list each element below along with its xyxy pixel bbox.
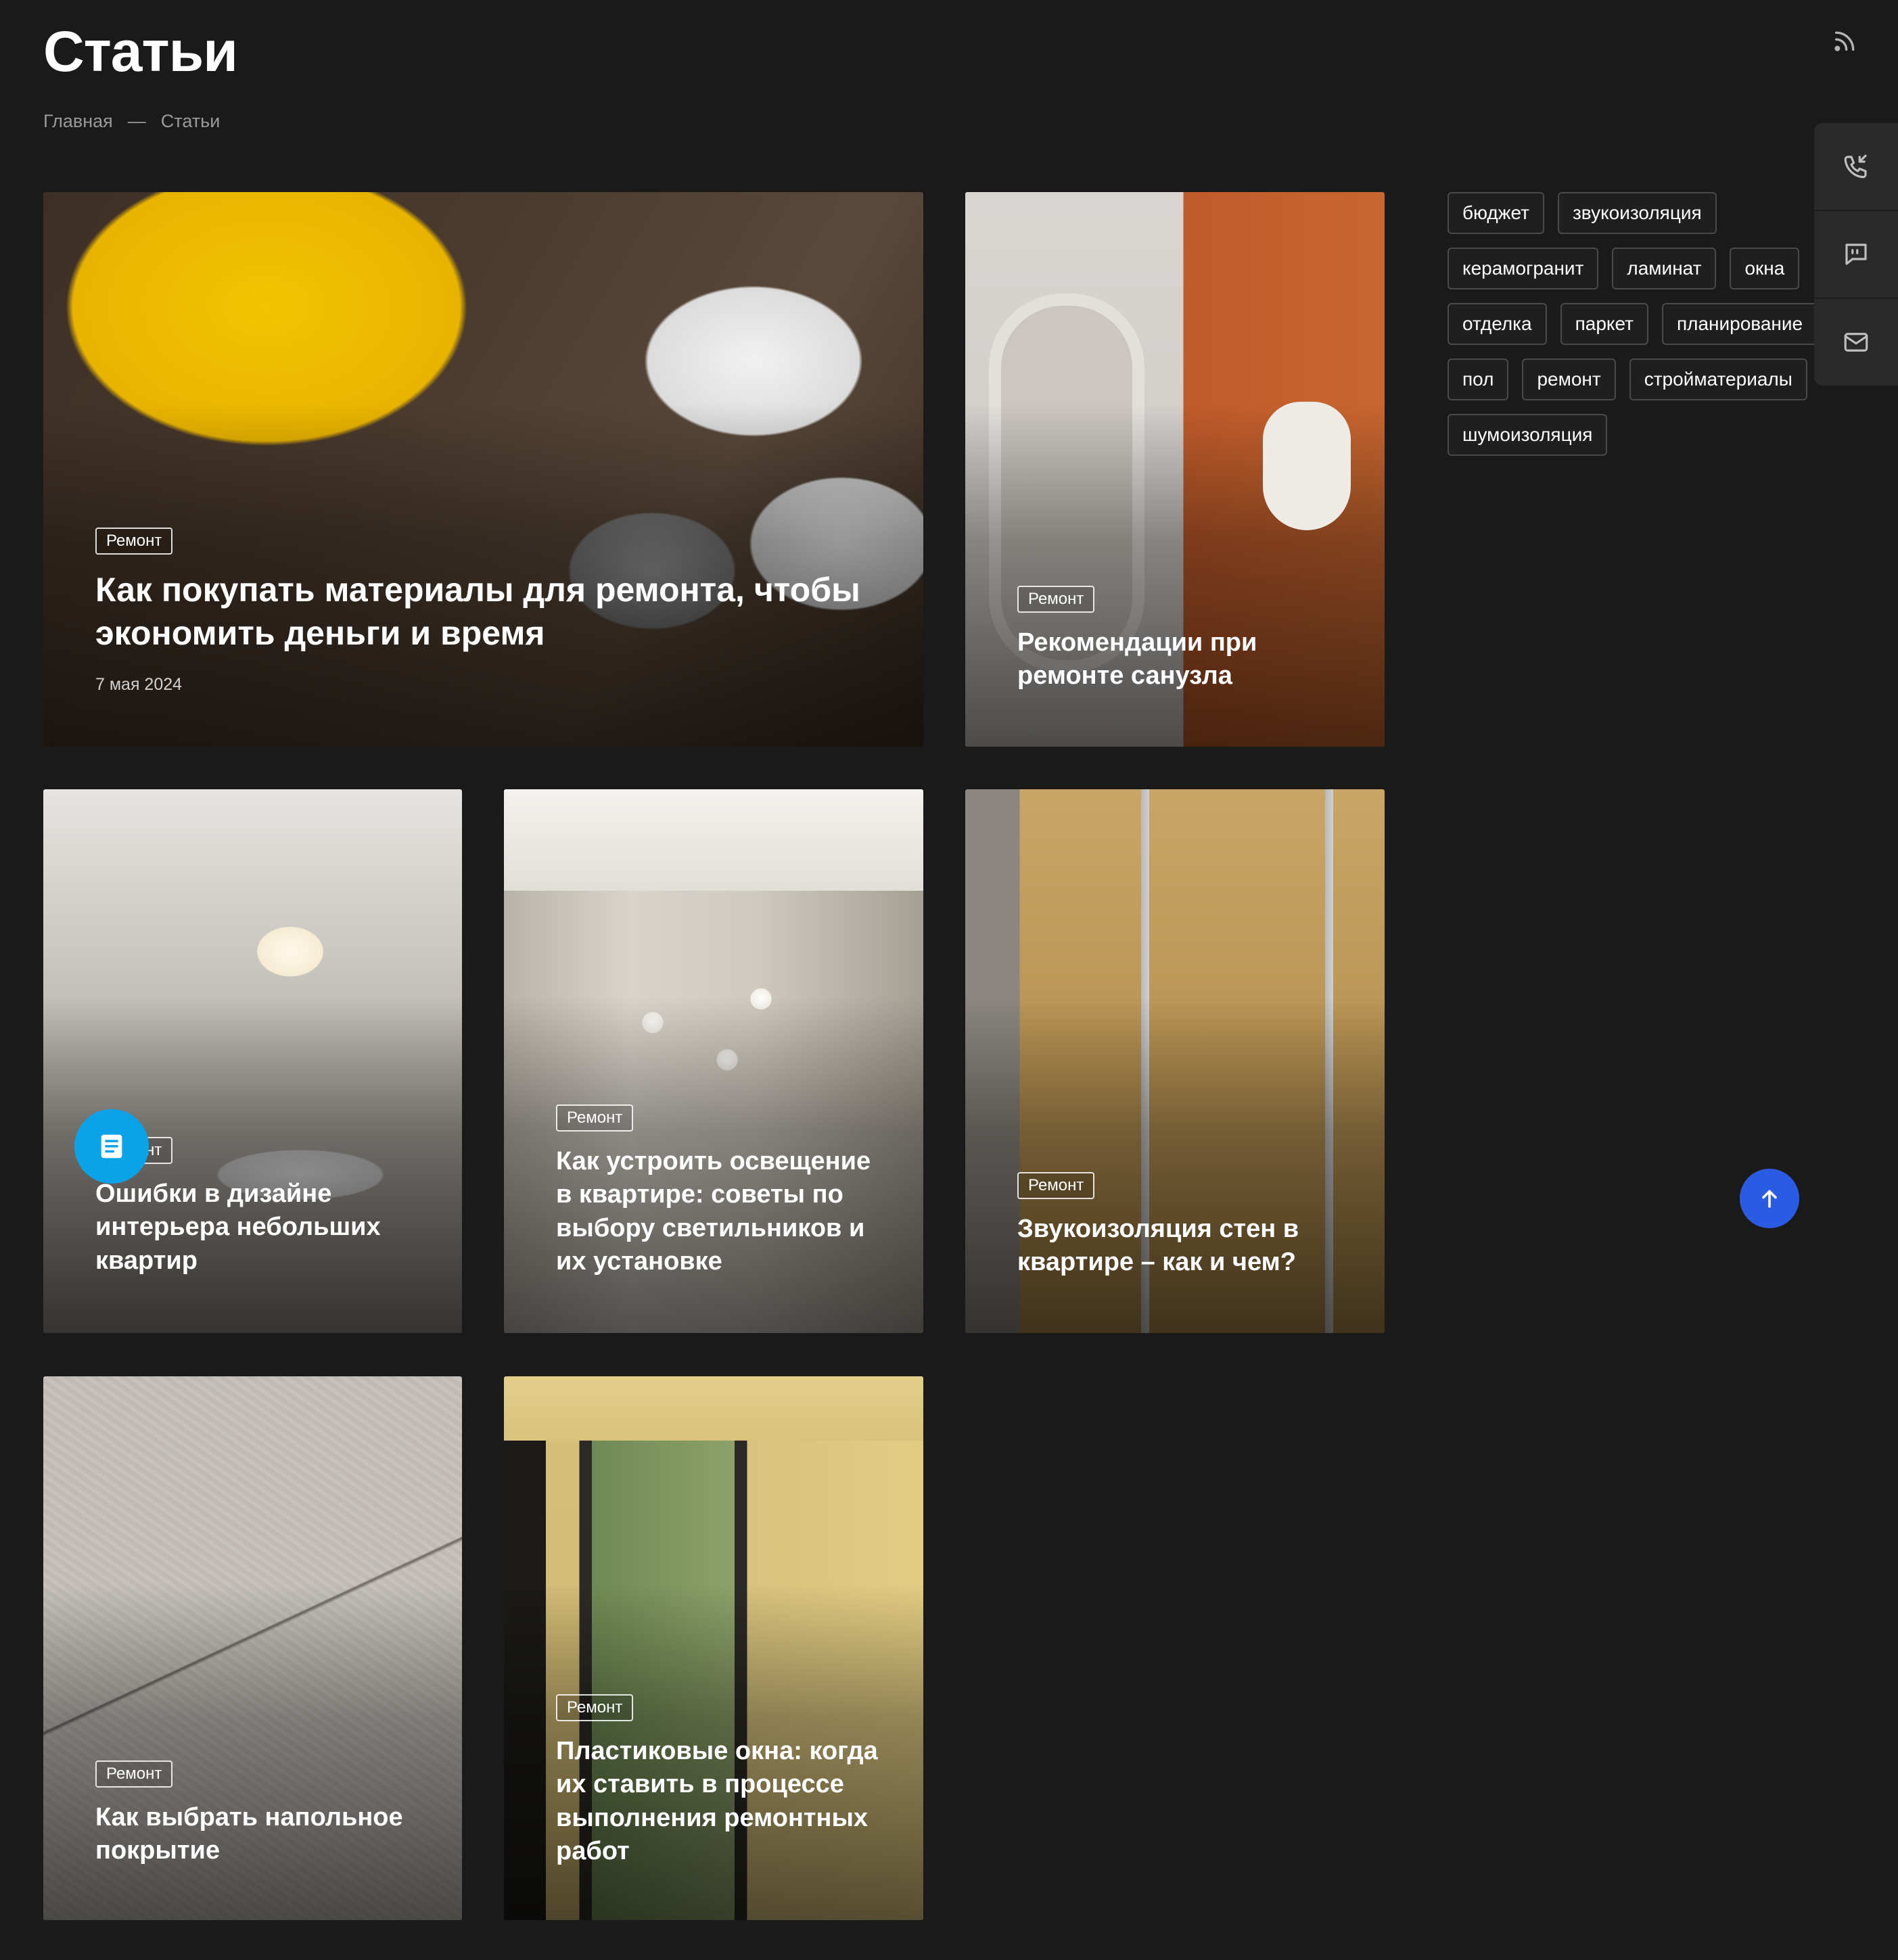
article-title[interactable]: Звукоизоляция стен в квартире – как и че… [1017, 1213, 1344, 1280]
scroll-top-button[interactable] [1740, 1169, 1799, 1228]
article-title[interactable]: Ошибки в дизайне интерьера небольших ква… [95, 1177, 421, 1278]
article-title[interactable]: Пластиковые окна: когда их ставить в про… [556, 1735, 883, 1869]
article-card[interactable]: Ремонт Как устроить освещение в квартире… [504, 789, 923, 1333]
card-shade [965, 996, 1385, 1333]
tag-link[interactable]: ламинат [1612, 248, 1717, 289]
tag-cloud: бюджет звукоизоляция керамогранит ламина… [1448, 192, 1826, 456]
tag-link[interactable]: стройматериалы [1629, 358, 1807, 400]
tag-link[interactable]: звукоизоляция [1557, 192, 1717, 234]
article-card[interactable]: Ремонт Как покупать материалы для ремонт… [43, 192, 923, 747]
tag-link[interactable]: окна [1730, 248, 1800, 289]
document-button[interactable] [74, 1109, 149, 1184]
tag-link[interactable]: отделка [1448, 303, 1547, 345]
article-title[interactable]: Рекомендации при ремонте санузла [1017, 626, 1344, 693]
card-shade [965, 402, 1385, 747]
tag-link[interactable]: пол [1448, 358, 1509, 400]
phone-callback-icon [1844, 154, 1867, 179]
article-card[interactable]: Ремонт Как выбрать напольное покрытие [43, 1376, 462, 1920]
article-title[interactable]: Как покупать материалы для ремонта, чтоб… [95, 568, 883, 655]
article-date: 7 мая 2024 [95, 675, 183, 694]
breadcrumb: Главная — Статьи [43, 111, 220, 132]
category-badge[interactable]: Ремонт [1017, 1172, 1095, 1199]
category-badge[interactable]: Ремонт [1017, 586, 1095, 613]
document-icon [101, 1134, 122, 1159]
tag-link[interactable]: паркет [1560, 303, 1648, 345]
rss-icon[interactable] [1832, 27, 1859, 54]
tag-link[interactable]: планирование [1661, 303, 1818, 345]
chat-button[interactable] [1814, 211, 1898, 299]
category-badge[interactable]: Ремонт [95, 1760, 173, 1788]
page-title: Статьи [43, 20, 238, 83]
mail-icon [1844, 333, 1868, 352]
article-card[interactable]: Ремонт Звукоизоляция стен в квартире – к… [965, 789, 1385, 1333]
category-badge[interactable]: Ремонт [95, 528, 173, 555]
breadcrumb-home-link[interactable]: Главная [43, 111, 113, 132]
breadcrumb-separator: — [127, 111, 146, 131]
breadcrumb-current: Статьи [160, 111, 221, 131]
tag-link[interactable]: ремонт [1522, 358, 1616, 400]
category-badge[interactable]: Ремонт [556, 1694, 634, 1721]
article-card[interactable]: Ремонт Ошибки в дизайне интерьера неболь… [43, 789, 462, 1333]
article-title[interactable]: Как устроить освещение в квартире: совет… [556, 1145, 883, 1279]
contact-side-panel [1814, 123, 1898, 386]
category-badge[interactable]: Ремонт [556, 1104, 634, 1131]
article-title[interactable]: Как выбрать напольное покрытие [95, 1801, 421, 1868]
chat-quote-icon [1845, 243, 1867, 265]
callback-button[interactable] [1814, 123, 1898, 211]
mail-button[interactable] [1814, 299, 1898, 386]
tag-link[interactable]: керамогранит [1448, 248, 1599, 289]
arrow-up-icon [1762, 1190, 1777, 1208]
tag-link[interactable]: бюджет [1448, 192, 1544, 234]
article-card[interactable]: Ремонт Пластиковые окна: когда их ставит… [504, 1376, 923, 1920]
tag-link[interactable]: шумоизоляция [1448, 414, 1608, 456]
article-card[interactable]: Ремонт Рекомендации при ремонте санузла [965, 192, 1385, 747]
card-shade [43, 1583, 462, 1920]
